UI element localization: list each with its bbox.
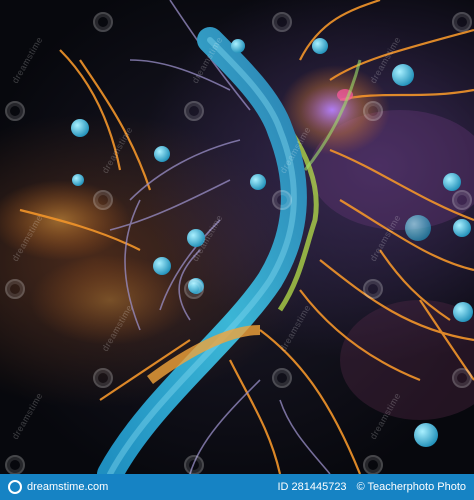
bulb [453,219,471,237]
watermark-swirl-icon [452,368,472,388]
footer-meta: ID 281445723 © Teacherphoto Photo [277,481,466,493]
dreamstime-logo-icon [8,480,22,494]
watermark-swirl-icon [5,455,25,474]
bulb [72,174,84,186]
watermark-swirl-icon [93,368,113,388]
watermark-swirl-icon [184,279,204,299]
photo-credit: © Teacherphoto Photo [356,481,466,493]
bulb [71,119,89,137]
bulb [405,215,431,241]
watermark-swirl-icon [184,101,204,121]
bulb [231,39,245,53]
watermark-swirl-icon [184,455,204,474]
footer-brand[interactable]: dreamstime.com [8,480,108,494]
bulb [312,38,328,54]
watermark-swirl-icon [272,190,292,210]
bulb [443,173,461,191]
footer-site-link[interactable]: dreamstime.com [27,481,108,493]
stock-footer-bar: dreamstime.com ID 281445723 © Teacherpho… [0,474,474,500]
bulb [154,146,170,162]
watermark-swirl-icon [363,455,383,474]
image-id: ID 281445723 [277,481,347,493]
bulb [392,64,414,86]
watermark-swirl-icon [93,12,113,32]
neuron-illustration [0,0,474,474]
watermark-swirl-icon [452,12,472,32]
bulb [250,174,266,190]
watermark-swirl-icon [272,12,292,32]
bulb [453,302,473,322]
watermark-swirl-icon [5,279,25,299]
bulb [414,423,438,447]
watermark-swirl-icon [272,368,292,388]
watermark-swirl-icon [93,190,113,210]
stock-image: dreamstime dreamstime dreamstime dreamst… [0,0,474,474]
watermark-swirl-icon [363,279,383,299]
watermark-swirl-icon [363,101,383,121]
watermark-swirl-icon [5,101,25,121]
bulb [153,257,171,275]
watermark-swirl-icon [452,190,472,210]
